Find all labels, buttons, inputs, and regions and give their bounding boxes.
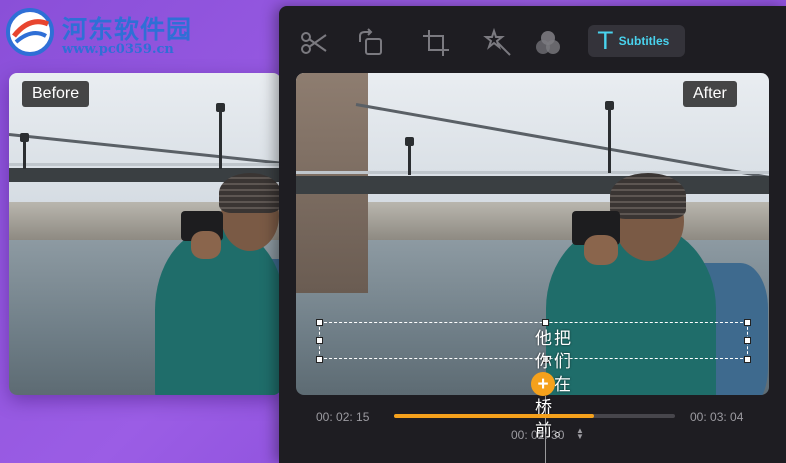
resize-handle[interactable] <box>316 356 323 363</box>
subtitles-icon: T <box>598 27 613 55</box>
timeline-track[interactable] <box>394 414 675 418</box>
timeline-progress <box>394 414 594 418</box>
watermark-url: www.pc0359.cn <box>62 42 174 57</box>
resize-handle[interactable] <box>316 337 323 344</box>
subtitle-selection-box[interactable] <box>319 322 748 359</box>
scissors-icon[interactable] <box>299 28 329 58</box>
before-badge: Before <box>22 81 90 107</box>
time-current[interactable]: 00: 02: 30 <box>511 428 564 442</box>
subtitles-tab[interactable]: T Subtitles <box>588 25 685 57</box>
time-start: 00: 02: 15 <box>316 410 370 424</box>
watermark-logo <box>6 8 54 56</box>
resize-handle[interactable] <box>744 337 751 344</box>
time-end: 00: 03: 04 <box>690 410 744 424</box>
toolbar: T Subtitles <box>279 6 786 72</box>
resize-handle[interactable] <box>316 319 323 326</box>
magic-wand-icon[interactable] <box>483 27 513 58</box>
after-badge: After <box>683 81 737 107</box>
effects-icon[interactable] <box>533 28 563 58</box>
watermark-title: 河东软件园 <box>62 15 193 44</box>
crop-icon[interactable] <box>421 28 451 58</box>
before-photo: Before <box>9 73 281 395</box>
resize-handle[interactable] <box>744 356 751 363</box>
spinner-arrows-icon[interactable]: ▲ ▼ <box>576 427 584 441</box>
subtitles-label: Subtitles <box>618 34 670 48</box>
rotate-icon[interactable] <box>356 28 386 58</box>
resize-handle[interactable] <box>744 319 751 326</box>
resize-handle[interactable] <box>542 319 549 326</box>
rotate-handle-icon[interactable]: + <box>531 372 555 396</box>
